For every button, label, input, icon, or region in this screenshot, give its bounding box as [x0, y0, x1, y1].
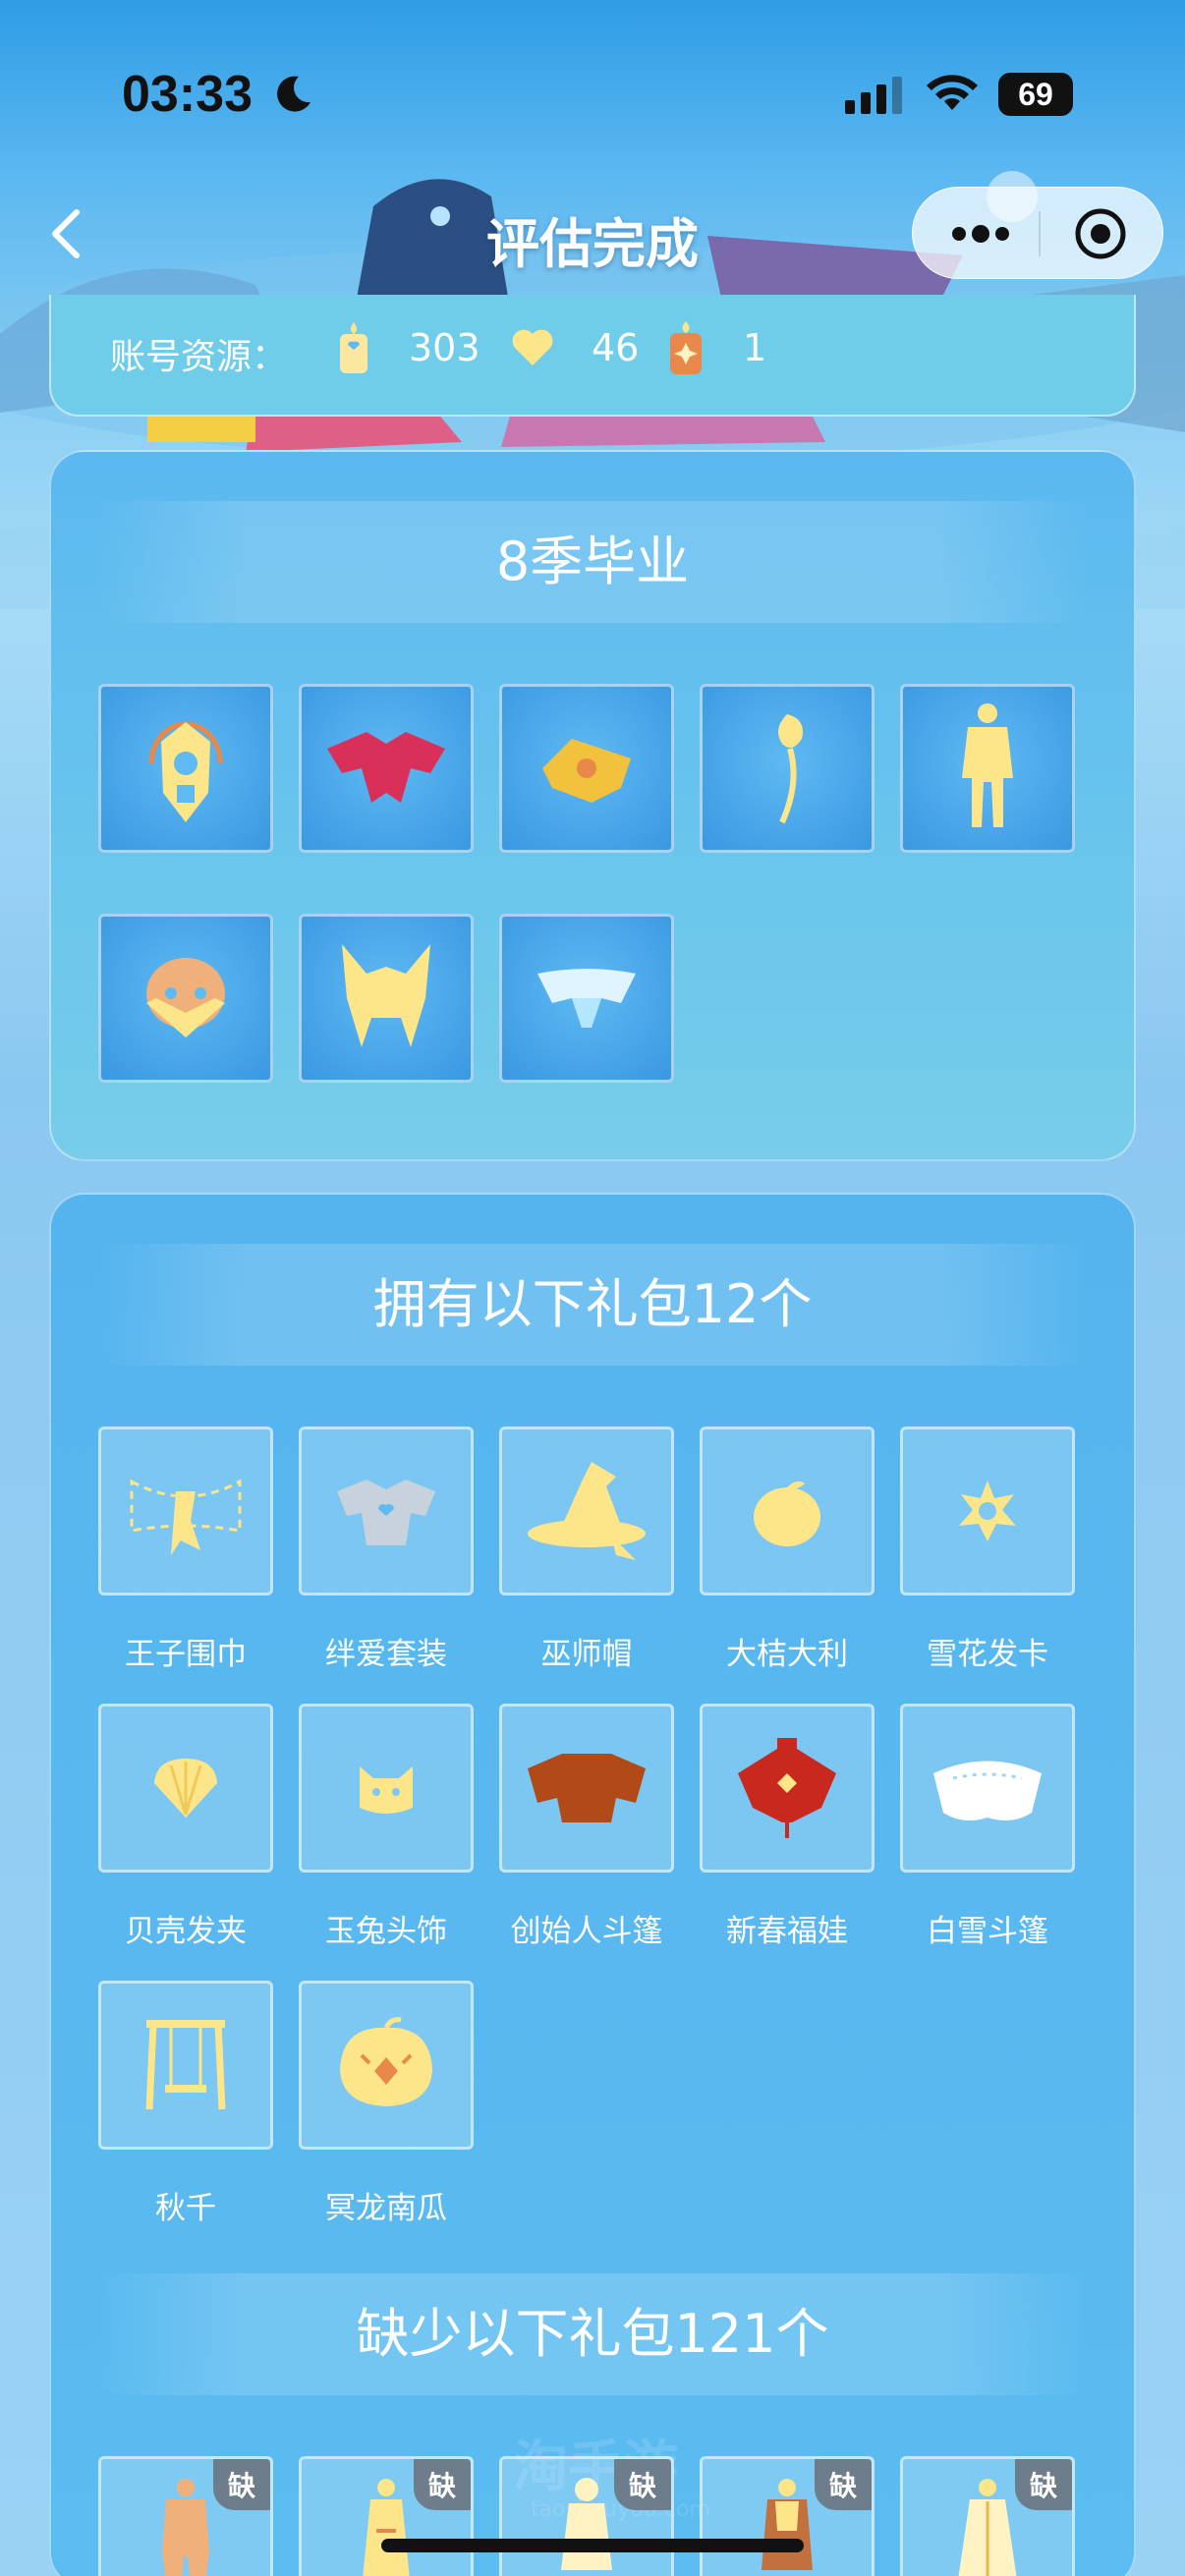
wifi-icon [927, 75, 978, 110]
missing-item-1[interactable]: 缺 [98, 2456, 273, 2576]
owned-label-7: 玉兔头饰 [325, 1914, 447, 1949]
navigation-bar: 评估完成 [0, 187, 1185, 279]
owned-item-7[interactable] [299, 1704, 474, 1873]
missing-item-2[interactable]: 缺 [299, 2456, 474, 2576]
resource-hearts: 46 [511, 318, 639, 377]
owned-label-3: 巫师帽 [540, 1637, 633, 1672]
witch-hat-icon [528, 1462, 646, 1560]
bond-outfit-icon [337, 1480, 435, 1545]
season-item-6[interactable] [98, 914, 273, 1083]
status-time: 03:33 [122, 66, 253, 123]
gold-scarf-icon [542, 739, 631, 803]
owned-item-1[interactable] [98, 1427, 273, 1596]
resource-ascended-candles: 1 [666, 318, 766, 377]
butterfly-cape-icon [537, 969, 636, 1028]
owned-item-8[interactable] [499, 1704, 674, 1873]
season-title: 8季毕业 [96, 501, 1089, 623]
missing-title: 缺少以下礼包121个 [96, 2273, 1089, 2395]
resource-ascended-candles-value: 1 [743, 326, 767, 369]
shell-icon [154, 1759, 217, 1818]
cellular-signal-icon [845, 77, 902, 114]
lantern-mask-icon [148, 721, 223, 822]
horned-hair-icon [342, 944, 430, 1047]
missing-badge: 缺 [414, 2459, 471, 2510]
owned-label-10: 白雪斗篷 [927, 1914, 1048, 1949]
owned-label-2: 绊爱套装 [325, 1637, 447, 1672]
missing-item-5[interactable]: 缺 [900, 2456, 1075, 2576]
founder-cape-icon [528, 1754, 646, 1822]
miniprogram-capsule [912, 187, 1163, 279]
snowflake-icon [959, 1481, 1016, 1541]
status-bar: 03:33 69 [0, 0, 1185, 187]
swing-icon [145, 2020, 226, 2110]
season-item-1[interactable] [98, 684, 273, 853]
new-year-cape-icon [738, 1738, 836, 1838]
owned-label-5: 雪花发卡 [927, 1637, 1048, 1672]
pumpkin-icon [340, 2017, 432, 2106]
owned-label-9: 新春福娃 [726, 1914, 848, 1949]
home-indicator[interactable] [381, 2539, 804, 2552]
red-cape-icon [327, 732, 445, 803]
white-cape-icon [933, 1761, 1042, 1821]
owned-label-4: 大桔大利 [726, 1637, 848, 1672]
season-graduation-panel: 8季毕业 [49, 450, 1136, 1161]
season-item-2[interactable] [299, 684, 474, 853]
owned-title: 拥有以下礼包12个 [96, 1244, 1089, 1366]
missing-badge: 缺 [815, 2459, 872, 2510]
resource-hearts-value: 46 [592, 326, 640, 369]
capsule-divider [1039, 211, 1041, 256]
orange-icon [754, 1481, 820, 1546]
battery-indicator: 69 [998, 73, 1073, 116]
resources-label: 账号资源： [110, 337, 288, 377]
season-item-8[interactable] [499, 914, 674, 1083]
owned-bundles-panel: 淘手游 taoshouyou.com 拥有以下礼包12个 王子围巾 绊爱套装 巫… [49, 1193, 1136, 2576]
owned-label-11: 秋千 [155, 2191, 216, 2226]
owned-item-2[interactable] [299, 1427, 474, 1596]
armor-outfit-icon [962, 703, 1013, 827]
season-item-7[interactable] [299, 914, 474, 1083]
heart-icon [512, 329, 553, 365]
owned-item-4[interactable] [700, 1427, 875, 1596]
owned-label-1: 王子围巾 [125, 1637, 247, 1672]
resource-candles-value: 303 [409, 326, 480, 369]
mask-icon [146, 958, 225, 1037]
missing-badge: 缺 [1015, 2459, 1072, 2510]
missing-item-3[interactable]: 缺 [499, 2456, 674, 2576]
rose-icon [778, 714, 803, 824]
rabbit-icon [360, 1766, 413, 1814]
season-item-4[interactable] [700, 684, 875, 853]
owned-item-6[interactable] [98, 1704, 273, 1873]
scarf-icon [130, 1479, 242, 1555]
owned-item-9[interactable] [700, 1704, 875, 1873]
season-item-5[interactable] [900, 684, 1075, 853]
owned-item-3[interactable] [499, 1427, 674, 1596]
owned-label-12: 冥龙南瓜 [325, 2191, 447, 2226]
owned-item-11[interactable] [98, 1981, 273, 2150]
owned-label-6: 贝壳发夹 [125, 1914, 247, 1949]
close-miniprogram-icon[interactable] [1072, 205, 1129, 262]
account-resources-bar: 账号资源： 303 46 1 [49, 295, 1136, 417]
owned-item-5[interactable] [900, 1427, 1075, 1596]
missing-badge: 缺 [614, 2459, 671, 2510]
missing-badge: 缺 [213, 2459, 270, 2510]
owned-label-8: 创始人斗篷 [510, 1914, 663, 1949]
moon-icon [277, 76, 310, 112]
ascended-candle-icon [670, 321, 702, 374]
candle-icon [340, 322, 367, 373]
more-icon[interactable] [946, 211, 1015, 256]
season-item-3[interactable] [499, 684, 674, 853]
owned-item-10[interactable] [900, 1704, 1075, 1873]
owned-item-12[interactable] [299, 1981, 474, 2150]
resource-candles: 303 [336, 318, 480, 377]
missing-item-4[interactable]: 缺 [700, 2456, 875, 2576]
